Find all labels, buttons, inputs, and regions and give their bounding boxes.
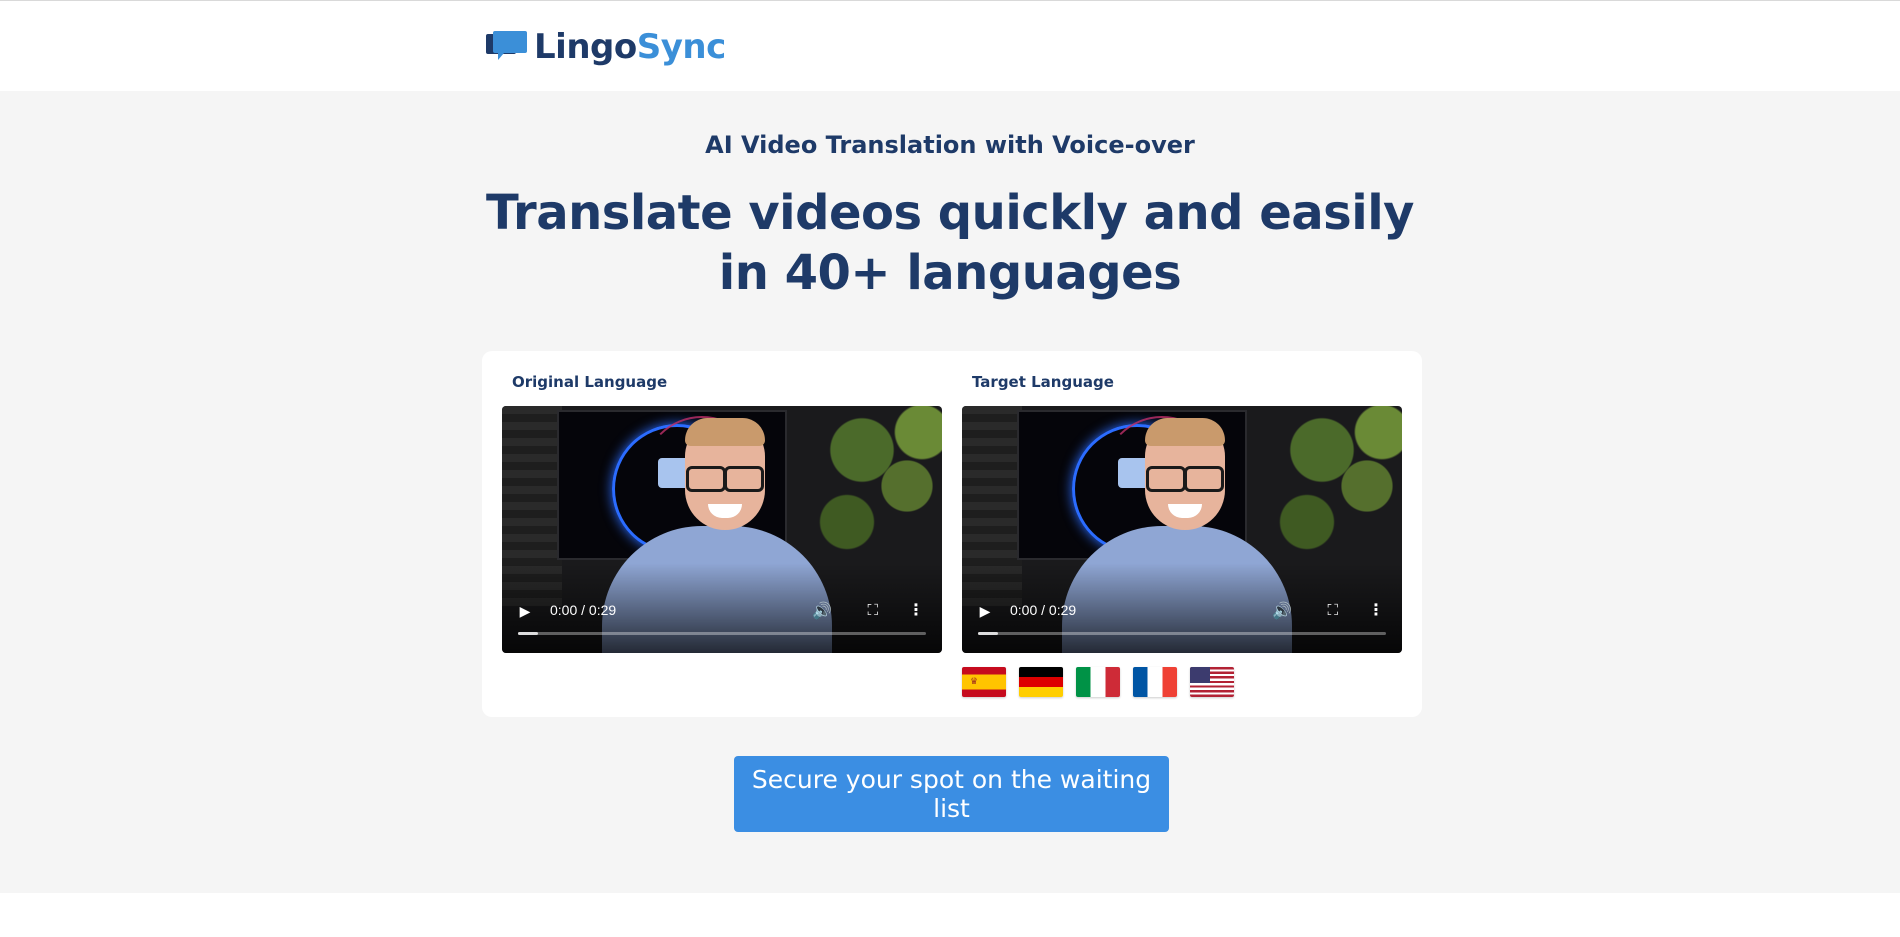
- video-controls: ▶ 0:00 / 0:29 🔊 ⛶ ⋮: [502, 593, 942, 653]
- target-language-label: Target Language: [972, 373, 1114, 391]
- video-progress-bar[interactable]: [978, 632, 1386, 635]
- target-video-player[interactable]: ▶ 0:00 / 0:29 🔊 ⛶ ⋮: [962, 406, 1402, 653]
- fullscreen-icon[interactable]: ⛶: [867, 601, 878, 619]
- italy-flag[interactable]: [1076, 667, 1120, 697]
- spain-flag[interactable]: ♛: [962, 667, 1006, 697]
- waiting-list-button[interactable]: Secure your spot on the waiting list: [734, 756, 1169, 832]
- play-icon[interactable]: ▶: [516, 603, 534, 621]
- fullscreen-icon[interactable]: ⛶: [1327, 601, 1338, 619]
- france-flag[interactable]: [1133, 667, 1177, 697]
- video-progress-fill: [518, 632, 539, 635]
- video-controls: ▶ 0:00 / 0:29 🔊 ⛶ ⋮: [962, 593, 1402, 653]
- hero-subtitle: AI Video Translation with Voice-over: [705, 131, 1195, 159]
- language-flags: ♛: [962, 667, 1234, 697]
- page-footer: [0, 893, 1900, 937]
- brand-name-part2: Sync: [636, 27, 727, 67]
- germany-flag[interactable]: [1019, 667, 1063, 697]
- brand-name: LingoSync: [534, 27, 726, 67]
- video-progress-fill: [978, 632, 999, 635]
- more-options-icon[interactable]: ⋮: [908, 600, 924, 619]
- original-video-player[interactable]: ▶ 0:00 / 0:29 🔊 ⛶ ⋮: [502, 406, 942, 653]
- brand-logo[interactable]: LingoSync: [486, 27, 726, 67]
- video-time: 0:00 / 0:29: [550, 602, 617, 618]
- play-icon[interactable]: ▶: [976, 603, 994, 621]
- speech-bubble-icon: [486, 31, 528, 63]
- hero-headline: Translate videos quickly and easily in 4…: [486, 185, 1414, 301]
- more-options-icon[interactable]: ⋮: [1368, 600, 1384, 619]
- site-header: LingoSync: [0, 1, 1900, 91]
- volume-icon[interactable]: 🔊: [812, 601, 832, 620]
- video-time: 0:00 / 0:29: [1010, 602, 1077, 618]
- brand-name-part1: Lingo: [534, 27, 637, 67]
- hero-section: AI Video Translation with Voice-over Tra…: [0, 91, 1900, 893]
- comparison-card: Original Language ▶ 0:00 / 0:29 🔊 ⛶ ⋮ Ta…: [482, 351, 1422, 717]
- original-language-label: Original Language: [512, 373, 668, 391]
- usa-flag[interactable]: [1190, 667, 1234, 697]
- volume-icon[interactable]: 🔊: [1272, 601, 1292, 620]
- video-progress-bar[interactable]: [518, 632, 926, 635]
